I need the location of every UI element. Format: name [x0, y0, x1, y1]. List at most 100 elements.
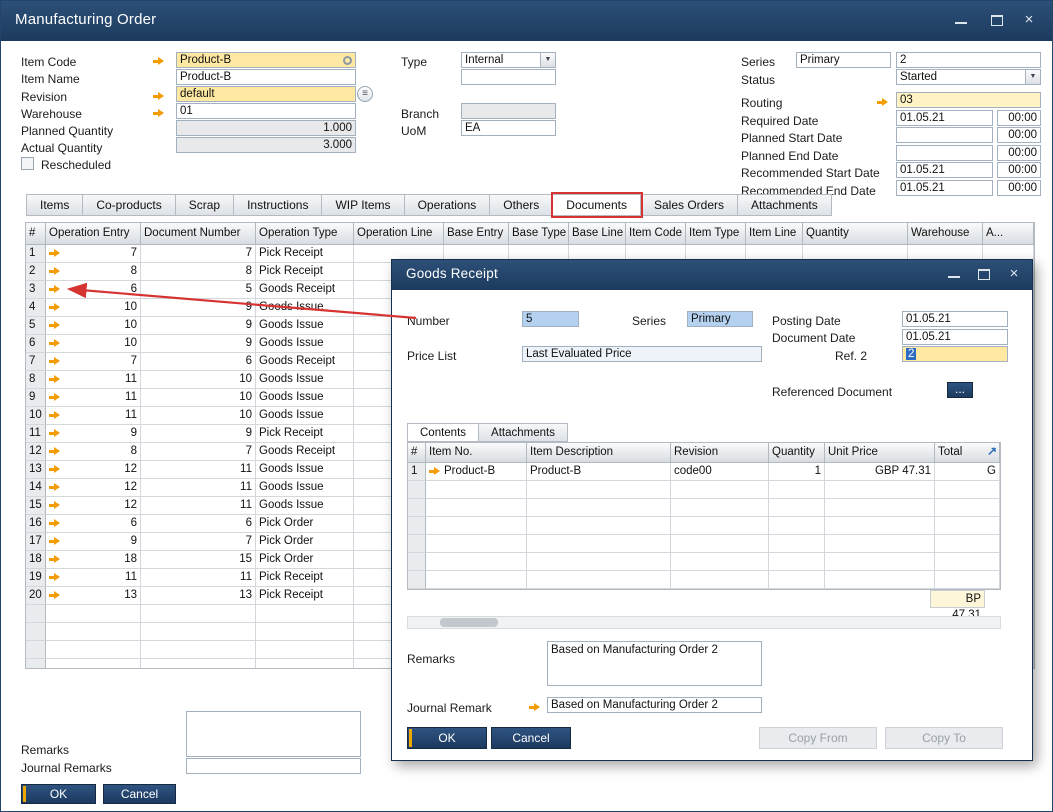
- tab-attachments[interactable]: Attachments: [738, 194, 832, 216]
- empty-cell[interactable]: [426, 481, 527, 499]
- link-arrow-icon[interactable]: [49, 339, 61, 348]
- operation-type-cell[interactable]: Pick Receipt: [256, 569, 354, 587]
- document-number-cell[interactable]: 10: [141, 407, 256, 425]
- operation-entry-cell[interactable]: 9: [46, 425, 141, 443]
- item-code-field[interactable]: Product-B: [176, 52, 356, 68]
- blank-field[interactable]: [461, 69, 556, 85]
- grid-empty-row[interactable]: [408, 517, 1000, 535]
- tab-scrap[interactable]: Scrap: [176, 194, 234, 216]
- link-arrow-icon[interactable]: [49, 357, 61, 366]
- required-date-field[interactable]: 01.05.21: [896, 110, 993, 126]
- number-field[interactable]: 5: [522, 311, 579, 327]
- empty-cell[interactable]: [935, 571, 1000, 589]
- grid-empty-row[interactable]: [408, 571, 1000, 589]
- grid-empty-row[interactable]: [408, 553, 1000, 571]
- empty-cell[interactable]: [426, 571, 527, 589]
- operation-entry-cell[interactable]: 6: [46, 515, 141, 533]
- remarks-input[interactable]: [186, 711, 361, 757]
- gr-tab-contents[interactable]: Contents: [407, 423, 479, 442]
- empty-cell[interactable]: [671, 481, 769, 499]
- empty-cell[interactable]: [671, 499, 769, 517]
- link-arrow-icon[interactable]: [49, 375, 61, 384]
- warehouse-field[interactable]: 01: [176, 103, 356, 119]
- gr-tab-attachments[interactable]: Attachments: [479, 423, 568, 442]
- planned-end-date-field[interactable]: [896, 145, 993, 161]
- actual-quantity-field[interactable]: 3.000: [176, 137, 356, 153]
- link-arrow-icon[interactable]: [153, 57, 165, 66]
- empty-cell[interactable]: [408, 481, 426, 499]
- minimize-icon[interactable]: [949, 14, 973, 32]
- empty-cell[interactable]: [671, 553, 769, 571]
- link-arrow-icon[interactable]: [49, 411, 61, 420]
- planned-start-date-field[interactable]: [896, 127, 993, 143]
- planned-start-time-field[interactable]: 00:00: [997, 127, 1041, 143]
- dialog-cancel-button[interactable]: Cancel: [491, 727, 571, 749]
- link-arrow-icon[interactable]: [49, 303, 61, 312]
- posting-date-field[interactable]: 01.05.21: [902, 311, 1008, 327]
- revision-cell[interactable]: code00: [671, 463, 769, 481]
- operation-entry-cell[interactable]: 12: [46, 461, 141, 479]
- operation-type-cell[interactable]: Goods Issue: [256, 407, 354, 425]
- empty-cell[interactable]: [426, 517, 527, 535]
- link-arrow-icon[interactable]: [49, 393, 61, 402]
- status-dropdown[interactable]: Started ▼: [896, 69, 1041, 85]
- link-arrow-icon[interactable]: [49, 573, 61, 582]
- empty-cell[interactable]: [769, 535, 825, 553]
- close-icon[interactable]: ×: [1017, 12, 1041, 30]
- dialog-close-icon[interactable]: ×: [1002, 266, 1026, 284]
- series-field[interactable]: Primary: [796, 52, 891, 68]
- total-cell[interactable]: G: [935, 463, 1000, 481]
- empty-cell[interactable]: [527, 535, 671, 553]
- empty-cell[interactable]: [408, 571, 426, 589]
- cancel-button[interactable]: Cancel: [103, 784, 176, 804]
- operation-type-cell[interactable]: Goods Receipt: [256, 353, 354, 371]
- operation-type-cell[interactable]: Goods Issue: [256, 461, 354, 479]
- link-arrow-icon[interactable]: [49, 267, 61, 276]
- routing-field[interactable]: 03: [896, 92, 1041, 108]
- empty-cell[interactable]: [408, 553, 426, 571]
- operation-type-cell[interactable]: Goods Issue: [256, 389, 354, 407]
- dialog-ok-button[interactable]: OK: [407, 727, 487, 749]
- tab-operations[interactable]: Operations: [405, 194, 491, 216]
- document-number-cell[interactable]: 8: [141, 263, 256, 281]
- link-arrow-icon[interactable]: [49, 447, 61, 456]
- quantity-cell[interactable]: 1: [769, 463, 825, 481]
- grid-empty-row[interactable]: [408, 499, 1000, 517]
- link-arrow-icon[interactable]: [49, 249, 61, 258]
- empty-cell[interactable]: [935, 481, 1000, 499]
- grid-empty-row[interactable]: [408, 481, 1000, 499]
- journal-remark-field[interactable]: Based on Manufacturing Order 2: [547, 697, 762, 713]
- operation-type-cell[interactable]: Pick Order: [256, 515, 354, 533]
- operation-type-cell[interactable]: Goods Issue: [256, 317, 354, 335]
- document-number-cell[interactable]: 6: [141, 353, 256, 371]
- link-arrow-icon[interactable]: [153, 92, 165, 101]
- document-number-cell[interactable]: 7: [141, 443, 256, 461]
- link-arrow-icon[interactable]: [49, 465, 61, 474]
- link-arrow-icon[interactable]: [877, 98, 889, 107]
- recommended-start-time-field[interactable]: 00:00: [997, 162, 1041, 178]
- tab-others[interactable]: Others: [490, 194, 553, 216]
- branch-field[interactable]: [461, 103, 556, 119]
- dropdown-arrow-icon[interactable]: ▼: [1025, 70, 1040, 84]
- recommended-end-date-field[interactable]: 01.05.21: [896, 180, 993, 196]
- link-arrow-icon[interactable]: [153, 109, 165, 118]
- link-arrow-icon[interactable]: [49, 321, 61, 330]
- operation-type-cell[interactable]: Goods Issue: [256, 335, 354, 353]
- planned-quantity-field[interactable]: 1.000: [176, 120, 356, 136]
- uom-field[interactable]: EA: [461, 120, 556, 136]
- operation-entry-cell[interactable]: 6: [46, 281, 141, 299]
- empty-cell[interactable]: [408, 517, 426, 535]
- empty-cell[interactable]: [671, 517, 769, 535]
- link-arrow-icon[interactable]: [49, 429, 61, 438]
- operation-type-cell[interactable]: Pick Receipt: [256, 245, 354, 263]
- operation-entry-cell[interactable]: 13: [46, 587, 141, 605]
- operation-type-cell[interactable]: Goods Issue: [256, 479, 354, 497]
- document-number-cell[interactable]: 9: [141, 317, 256, 335]
- empty-cell[interactable]: [527, 499, 671, 517]
- operation-entry-cell[interactable]: 8: [46, 443, 141, 461]
- browse-button[interactable]: ...: [947, 382, 973, 398]
- tab-instructions[interactable]: Instructions: [234, 194, 322, 216]
- document-number-cell[interactable]: 13: [141, 587, 256, 605]
- dialog-minimize-icon[interactable]: [942, 268, 966, 286]
- grid-row[interactable]: 1Product-BProduct-Bcode001GBP 47.31G: [408, 463, 1000, 481]
